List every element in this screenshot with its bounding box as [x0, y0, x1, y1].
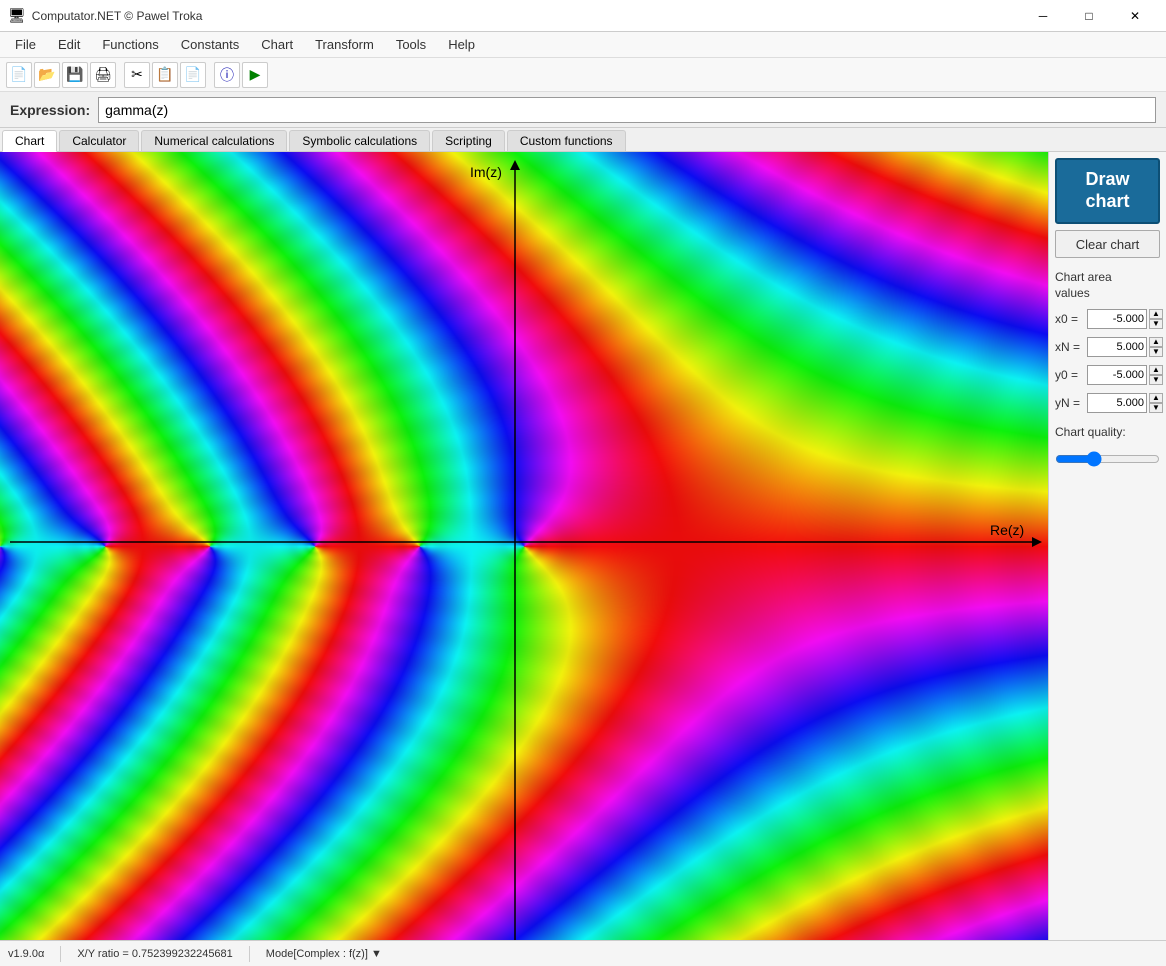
- tab-numerical[interactable]: Numerical calculations: [141, 130, 287, 151]
- right-panel: Drawchart Clear chart Chart areavalues x…: [1048, 152, 1166, 940]
- tabs: Chart Calculator Numerical calculations …: [0, 128, 1166, 152]
- menu-constants[interactable]: Constants: [170, 33, 251, 56]
- close-button[interactable]: ✕: [1112, 0, 1158, 32]
- tab-chart[interactable]: Chart: [2, 130, 57, 152]
- y0-spin: ▲ ▼: [1149, 365, 1163, 385]
- xN-row: xN = ▲ ▼: [1055, 337, 1160, 357]
- xN-down[interactable]: ▼: [1149, 347, 1163, 357]
- y0-row: y0 = ▲ ▼: [1055, 365, 1160, 385]
- tab-calculator[interactable]: Calculator: [59, 130, 139, 151]
- app-title: Computator.NET © Pawel Troka: [32, 9, 1020, 23]
- yN-row: yN = ▲ ▼: [1055, 393, 1160, 413]
- clear-chart-button[interactable]: Clear chart: [1055, 230, 1160, 258]
- menu-edit[interactable]: Edit: [47, 33, 91, 56]
- menu-transform[interactable]: Transform: [304, 33, 385, 56]
- x0-label: x0 =: [1055, 312, 1085, 326]
- x0-row: x0 = ▲ ▼: [1055, 309, 1160, 329]
- paste-button[interactable]: 📄: [180, 62, 206, 88]
- domain-coloring-canvas: [0, 152, 1048, 940]
- ratio-label: X/Y ratio = 0.752399232245681: [77, 948, 232, 960]
- print-button[interactable]: 🖨: [90, 62, 116, 88]
- menu-chart[interactable]: Chart: [250, 33, 304, 56]
- expression-bar: Expression:: [0, 92, 1166, 128]
- yN-up[interactable]: ▲: [1149, 393, 1163, 403]
- yN-down[interactable]: ▼: [1149, 403, 1163, 413]
- new-button[interactable]: 📄: [6, 62, 32, 88]
- run-button[interactable]: ▶: [242, 62, 268, 88]
- cut-button[interactable]: ✂: [124, 62, 150, 88]
- xN-spin: ▲ ▼: [1149, 337, 1163, 357]
- tab-symbolic[interactable]: Symbolic calculations: [289, 130, 430, 151]
- tab-scripting[interactable]: Scripting: [432, 130, 505, 151]
- xN-label: xN =: [1055, 340, 1085, 354]
- status-sep-1: [60, 946, 61, 962]
- window-controls: ─ □ ✕: [1020, 0, 1158, 32]
- main-content: Im(z) Re(z) Drawchart Clear chart Chart …: [0, 152, 1166, 940]
- statusbar: v1.9.0α X/Y ratio = 0.752399232245681 Mo…: [0, 940, 1166, 966]
- yN-spin: ▲ ▼: [1149, 393, 1163, 413]
- x0-spin: ▲ ▼: [1149, 309, 1163, 329]
- x0-up[interactable]: ▲: [1149, 309, 1163, 319]
- copy-button[interactable]: 📋: [152, 62, 178, 88]
- expression-input[interactable]: [98, 97, 1156, 123]
- mode-label[interactable]: Mode[Complex : f(z)] ▼: [266, 948, 382, 960]
- maximize-button[interactable]: □: [1066, 0, 1112, 32]
- menu-help[interactable]: Help: [437, 33, 486, 56]
- y0-input[interactable]: [1087, 365, 1147, 385]
- y0-up[interactable]: ▲: [1149, 365, 1163, 375]
- info-button[interactable]: ⓘ: [214, 62, 240, 88]
- yN-input[interactable]: [1087, 393, 1147, 413]
- app-icon: 🖥: [8, 7, 26, 24]
- menubar: File Edit Functions Constants Chart Tran…: [0, 32, 1166, 58]
- toolbar: 📄 📂 💾 🖨 ✂ 📋 📄 ⓘ ▶: [0, 58, 1166, 92]
- titlebar: 🖥 Computator.NET © Pawel Troka ─ □ ✕: [0, 0, 1166, 32]
- quality-slider[interactable]: [1055, 449, 1160, 469]
- chart-area: Im(z) Re(z): [0, 152, 1048, 940]
- menu-functions[interactable]: Functions: [91, 33, 169, 56]
- quality-label: Chart quality:: [1055, 425, 1160, 439]
- menu-file[interactable]: File: [4, 33, 47, 56]
- xN-up[interactable]: ▲: [1149, 337, 1163, 347]
- x0-input[interactable]: [1087, 309, 1147, 329]
- y0-label: y0 =: [1055, 368, 1085, 382]
- chart-area-label: Chart areavalues: [1055, 270, 1160, 301]
- expression-label: Expression:: [10, 102, 90, 118]
- x0-down[interactable]: ▼: [1149, 319, 1163, 329]
- version-label: v1.9.0α: [8, 948, 44, 960]
- open-button[interactable]: 📂: [34, 62, 60, 88]
- yN-label: yN =: [1055, 396, 1085, 410]
- y0-down[interactable]: ▼: [1149, 375, 1163, 385]
- draw-chart-button[interactable]: Drawchart: [1055, 158, 1160, 224]
- tab-custom[interactable]: Custom functions: [507, 130, 626, 151]
- save-button[interactable]: 💾: [62, 62, 88, 88]
- xN-input[interactable]: [1087, 337, 1147, 357]
- status-sep-2: [249, 946, 250, 962]
- menu-tools[interactable]: Tools: [385, 33, 437, 56]
- minimize-button[interactable]: ─: [1020, 0, 1066, 32]
